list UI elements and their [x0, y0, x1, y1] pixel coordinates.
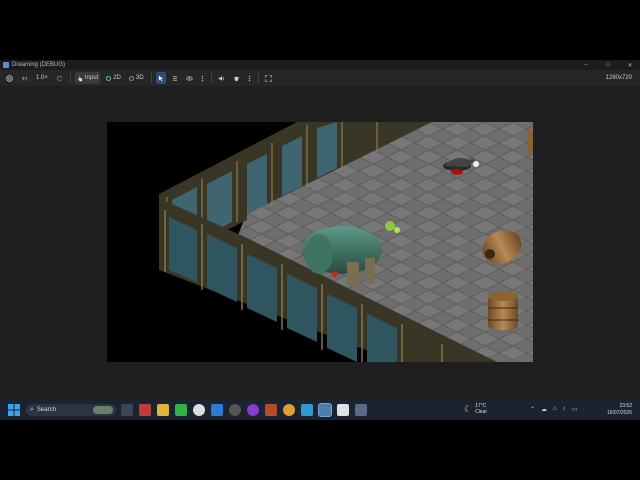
window-controls: – □ ✕: [580, 60, 636, 70]
github-icon[interactable]: [229, 404, 241, 416]
title-bar: Dreaming (DEBUG) – □ ✕: [0, 60, 640, 70]
game-viewport[interactable]: [107, 122, 533, 362]
clock-time: 23:52: [619, 403, 632, 409]
system-tray: ⌃ ☁ ⌂ ♪ ▭: [530, 406, 577, 413]
bug-icon: [233, 76, 239, 81]
letterbox-bottom: [0, 420, 640, 480]
weather-desc: Clear: [475, 409, 488, 415]
search-icon: ⌕: [30, 406, 34, 413]
toolbar-divider: [257, 73, 259, 83]
pause-icon: [6, 74, 13, 82]
speaker-icon: [218, 75, 224, 81]
list-tool-button[interactable]: [170, 72, 180, 84]
fullscreen-button[interactable]: [263, 72, 274, 84]
window-title: Dreaming (DEBUG): [12, 62, 66, 68]
more-vertical-icon: [201, 75, 203, 81]
app-icon-red[interactable]: [139, 404, 151, 416]
input-toggle[interactable]: Input: [74, 72, 101, 84]
toolbar-divider: [69, 73, 71, 83]
app-icon-gray[interactable]: [355, 404, 367, 416]
list-icon: [172, 75, 177, 81]
barrel-icon: [488, 291, 518, 330]
step-frame-button[interactable]: [19, 72, 30, 84]
app-window: Dreaming (DEBUG) – □ ✕ 1.0× Input 2D 3D …: [0, 60, 640, 400]
fullscreen-icon: [264, 74, 272, 82]
toolbar-divider: [150, 73, 152, 83]
search-placeholder: Search: [36, 407, 56, 413]
minimize-button[interactable]: –: [580, 62, 592, 68]
debug-toolbar: 1.0× Input 2D 3D 1280x720: [0, 70, 640, 86]
letterbox-top: [0, 0, 640, 60]
mode-3d-toggle[interactable]: 3D: [127, 72, 146, 84]
speed-label: 1.0×: [36, 75, 48, 81]
debug-tools-button[interactable]: [231, 72, 242, 84]
search-highlight-image: [93, 406, 113, 414]
speed-button[interactable]: 1.0×: [34, 72, 50, 84]
cursor-icon: [158, 75, 163, 81]
input-label: Input: [84, 75, 99, 81]
reset-icon: [56, 75, 63, 81]
app-icon-green[interactable]: [175, 404, 187, 416]
pointer-hand-icon: [77, 75, 82, 81]
file-explorer-icon[interactable]: [157, 404, 169, 416]
toolbar-divider: [210, 73, 212, 83]
game-stage: [0, 86, 640, 400]
resolution-label: 1280x720: [605, 75, 632, 81]
step-icon: [22, 75, 27, 81]
more-vertical-icon: [248, 75, 250, 81]
maximize-button[interactable]: □: [602, 62, 614, 68]
app-icon-purple[interactable]: [247, 404, 259, 416]
eye-icon: [185, 75, 193, 81]
select-tool-button[interactable]: [155, 72, 166, 84]
audio-button[interactable]: [216, 72, 227, 84]
mode-2d-icon: [106, 75, 112, 81]
more-options-button[interactable]: [199, 72, 206, 84]
battery-icon[interactable]: ▭: [572, 406, 578, 413]
chrome-icon[interactable]: [193, 404, 205, 416]
app-icon-cyan[interactable]: [301, 404, 313, 416]
mode-2d-toggle[interactable]: 2D: [104, 72, 123, 84]
moon-icon: ☾: [464, 403, 473, 414]
taskbar-clock[interactable]: 23:52 16/07/2026: [607, 403, 632, 417]
firefox-icon[interactable]: [283, 404, 295, 416]
taskbar-search[interactable]: ⌕ Search: [26, 404, 116, 416]
onedrive-icon[interactable]: ☁: [541, 406, 547, 413]
chevron-up-icon[interactable]: ⌃: [530, 406, 535, 413]
pause-button[interactable]: [4, 72, 15, 84]
network-icon[interactable]: ⌂: [553, 406, 557, 413]
close-button[interactable]: ✕: [624, 62, 636, 69]
windows-start-icon[interactable]: [8, 404, 20, 416]
task-view-icon[interactable]: [121, 404, 133, 416]
notepad-icon[interactable]: [337, 404, 349, 416]
clock-date: 16/07/2026: [606, 410, 632, 416]
mode-3d-icon: [128, 75, 134, 81]
app-icon-orange[interactable]: [265, 404, 277, 416]
godot-icon[interactable]: [318, 403, 332, 417]
mode-3d-label: 3D: [135, 75, 144, 81]
mode-2d-label: 2D: [113, 75, 121, 81]
more-options-button-2[interactable]: [246, 72, 253, 84]
weather-widget[interactable]: ☾ 17°C Clear: [464, 403, 487, 415]
visibility-button[interactable]: [184, 72, 195, 84]
app-icon: [3, 62, 9, 68]
windows-taskbar: ⌕ Search ☾ 17°C Clear ⌃ ☁ ⌂ ♪ ▭ 23:52 16…: [0, 400, 640, 420]
volume-icon[interactable]: ♪: [563, 406, 566, 413]
reset-button[interactable]: [54, 72, 65, 84]
app-icon-blue[interactable]: [211, 404, 223, 416]
isometric-game-scene: [159, 122, 533, 362]
